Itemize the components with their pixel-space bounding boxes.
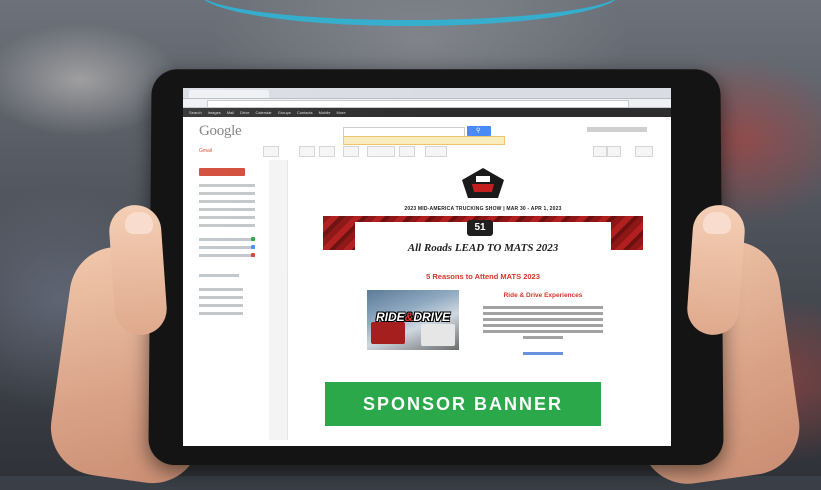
- tablet-screen: Search Images Mail Drive Calendar Groups…: [183, 88, 671, 446]
- browser-tabstrip: [183, 88, 671, 99]
- message-toolbar: [263, 146, 663, 157]
- google-logo[interactable]: Google: [199, 123, 242, 140]
- label-color-dot: [251, 245, 255, 249]
- left-thumbnail: [125, 212, 153, 234]
- body-text-line: [483, 306, 603, 309]
- body-text-line: [483, 318, 603, 321]
- body-text-line: [523, 336, 563, 339]
- topbar-item[interactable]: Search: [189, 110, 202, 115]
- mats-logo: [462, 168, 504, 198]
- back-button[interactable]: [263, 146, 279, 157]
- topbar-item[interactable]: Groups: [278, 110, 291, 115]
- sidebar-item[interactable]: [199, 312, 243, 315]
- label-color-dot: [251, 253, 255, 257]
- truck-icon: [421, 324, 455, 346]
- topbar-item[interactable]: Mail: [227, 110, 234, 115]
- sidebar-item[interactable]: [199, 224, 255, 227]
- sidebar-item[interactable]: [199, 216, 255, 219]
- sidebar-item[interactable]: [199, 304, 243, 307]
- spam-button[interactable]: [319, 146, 335, 157]
- browser-tab[interactable]: [189, 90, 269, 98]
- headline: All Roads LEAD TO MATS 2023: [407, 242, 559, 254]
- drive-word: DRIVE: [413, 310, 451, 324]
- body-text-line: [483, 312, 603, 315]
- search-button[interactable]: ⚲: [467, 126, 491, 136]
- archive-button[interactable]: [299, 146, 315, 157]
- topbar-item[interactable]: Images: [208, 110, 221, 115]
- sidebar-item[interactable]: [199, 296, 243, 299]
- message-list-column: [269, 160, 288, 440]
- prev-button[interactable]: [593, 146, 607, 157]
- sidebar-item[interactable]: [199, 192, 255, 195]
- sidebar-item[interactable]: [199, 274, 239, 277]
- google-topbar: Search Images Mail Drive Calendar Groups…: [183, 108, 671, 117]
- sidebar-item[interactable]: [199, 184, 255, 187]
- sidebar-item[interactable]: [199, 238, 255, 241]
- topbar-item[interactable]: Calendar: [256, 110, 272, 115]
- sidebar-item[interactable]: [199, 246, 255, 249]
- number-badge: 51: [467, 220, 493, 236]
- ride-word: RIDE: [375, 310, 405, 324]
- more-button[interactable]: [425, 146, 447, 157]
- ride-drive-logo: RIDE&DRIVE: [367, 310, 459, 324]
- email-body: 2023 MID-AMERICA TRUCKING SHOW | MAR 30 …: [303, 160, 663, 446]
- sidebar-item[interactable]: [199, 208, 255, 211]
- reasons-title: 5 Reasons to Attend MATS 2023: [426, 272, 540, 281]
- browser-address-bar: [183, 99, 671, 108]
- topbar-item[interactable]: Contacts: [297, 110, 313, 115]
- settings-button[interactable]: [635, 146, 653, 157]
- body-text-line: [483, 330, 603, 333]
- topbar-item[interactable]: Mobile: [319, 110, 331, 115]
- sponsor-banner[interactable]: SPONSOR BANNER: [325, 382, 601, 426]
- event-dates: 2023 MID-AMERICA TRUCKING SHOW | MAR 30 …: [404, 206, 562, 212]
- sidebar-item[interactable]: [199, 254, 255, 257]
- next-button[interactable]: [607, 146, 621, 157]
- compose-button[interactable]: [199, 168, 245, 176]
- delete-button[interactable]: [343, 146, 359, 157]
- topbar-item[interactable]: Drive: [240, 110, 249, 115]
- label-color-dot: [251, 237, 255, 241]
- truck-icon: [371, 322, 405, 344]
- sidebar-item[interactable]: [199, 200, 255, 203]
- ride-and-drive-image[interactable]: RIDE&DRIVE: [367, 290, 459, 350]
- search-icon: ⚲: [476, 128, 481, 134]
- right-thumbnail: [703, 212, 731, 234]
- learn-more-link[interactable]: [523, 352, 563, 355]
- user-account[interactable]: [587, 127, 647, 132]
- sidebar-item[interactable]: [199, 288, 243, 291]
- topbar-item[interactable]: More: [336, 110, 345, 115]
- body-text-line: [483, 324, 603, 327]
- notice-bar: [343, 136, 505, 145]
- labels-button[interactable]: [399, 146, 415, 157]
- gmail-label[interactable]: Gmail: [199, 148, 212, 154]
- move-to-button[interactable]: [367, 146, 395, 157]
- address-field[interactable]: [207, 100, 629, 108]
- section-title: Ride & Drive Experiences: [503, 292, 583, 299]
